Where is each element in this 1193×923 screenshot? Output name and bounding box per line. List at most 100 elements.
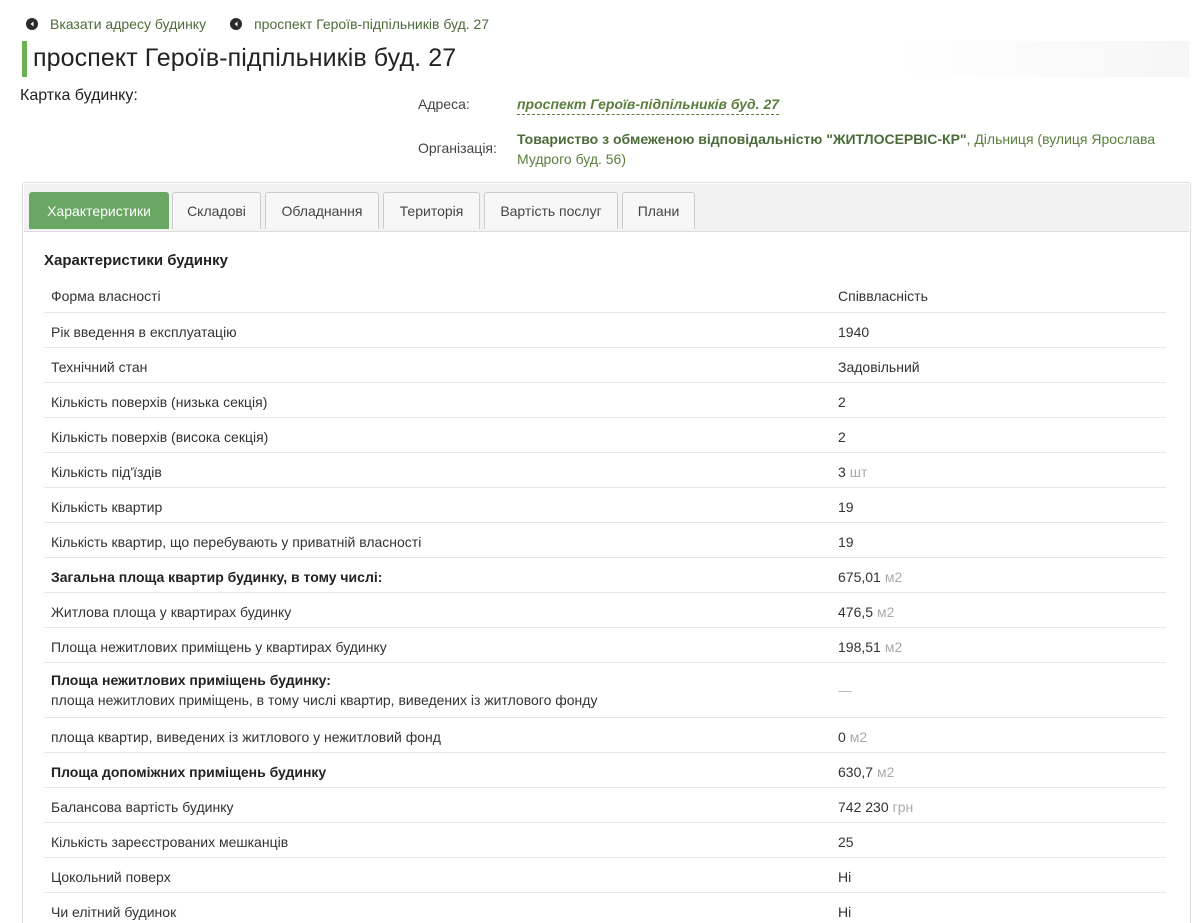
table-row: Площа допоміжних приміщень будинку 630,7… (44, 752, 1166, 787)
tabs-bar: Характеристики Складові Обладнання Терит… (24, 184, 1189, 232)
row-value-number: 675,01 (838, 569, 881, 585)
address-label: Адреса: (418, 96, 470, 112)
row-value-number: 742 230 (838, 799, 889, 815)
row-value: 0 м2 (838, 727, 867, 747)
breadcrumb-item-label: Вказати адресу будинку (50, 16, 207, 32)
row-value: 476,5 м2 (838, 602, 894, 622)
table-row: Кількість під'їздів 3 шт (44, 452, 1166, 487)
row-value: Ні (838, 902, 851, 922)
row-label: Кількість квартир (51, 499, 163, 515)
row-unit: м2 (877, 764, 895, 780)
row-label: Площа нежитлових приміщень будинку: площа… (51, 670, 597, 710)
breadcrumb-item-label: проспект Героїв-підпільників буд. 27 (254, 16, 490, 32)
row-value: 675,01 м2 (838, 567, 902, 587)
table-row: Житлова площа у квартирах будинку 476,5 м… (44, 592, 1166, 627)
row-value: 19 (838, 497, 854, 517)
breadcrumb-item-select-address[interactable]: Вказати адресу будинку (26, 16, 206, 32)
table-row: Загальна площа квартир будинку, в тому ч… (44, 557, 1166, 592)
page-title: проспект Героїв-підпільників буд. 27 (33, 44, 457, 72)
row-value-number: 1940 (838, 324, 870, 340)
row-value: Ні (838, 867, 851, 887)
row-label: Рік введення в експлуатацію (51, 324, 237, 340)
row-value: 25 (838, 832, 854, 852)
row-value-number: 3 (838, 464, 846, 480)
tab-service-cost[interactable]: Вартість послуг (484, 192, 618, 229)
table-row: Балансова вартість будинку 742 230 грн (44, 787, 1166, 822)
table-row: Технічний стан Задовільний (44, 347, 1166, 382)
row-label: Кількість квартир, що перебувають у прив… (51, 534, 422, 550)
row-label: Балансова вартість будинку (51, 799, 234, 815)
row-label: Загальна площа квартир будинку, в тому ч… (51, 569, 383, 585)
organization-label: Організація: (418, 140, 497, 156)
row-unit: шт (849, 464, 868, 480)
row-value-number: 2 (838, 394, 846, 410)
row-label: Площа допоміжних приміщень будинку (51, 764, 327, 780)
tab-components[interactable]: Складові (172, 192, 261, 229)
section-title: Характеристики будинку (44, 252, 228, 269)
table-row: Площа нежитлових приміщень у квартирах б… (44, 627, 1166, 662)
row-value: 742 230 грн (838, 797, 913, 817)
row-value: 19 (838, 532, 854, 552)
row-value-number: 0 (838, 729, 846, 745)
house-card-label: Картка будинку: (20, 87, 138, 104)
row-label-title: Площа нежитлових приміщень будинку: (51, 672, 331, 688)
table-row: площа квартир, виведених із житлового у … (44, 717, 1166, 752)
row-unit: грн (892, 799, 914, 815)
row-value: 2 (838, 427, 846, 447)
chevron-left-circle-icon (26, 18, 38, 30)
table-row: Форма власності Співвласність (44, 277, 1166, 312)
table-row: Кількість зареєстрованих мешканців 25 (44, 822, 1166, 857)
organization-link[interactable]: Товариство з обмеженою відповідальністю … (517, 131, 967, 147)
row-label: Площа нежитлових приміщень у квартирах б… (51, 639, 387, 655)
row-value: Співвласність (838, 286, 928, 306)
row-value-number: 198,51 (838, 639, 881, 655)
row-value-number: Співвласність (838, 288, 928, 304)
table-row: Кількість поверхів (висока секція) 2 (44, 417, 1166, 452)
tab-territory[interactable]: Територія (383, 192, 480, 229)
organization-info: Товариство з обмеженою відповідальністю … (517, 129, 1167, 169)
row-unit: м2 (877, 604, 895, 620)
row-value-number: Ні (838, 869, 852, 885)
row-value: 3 шт (838, 462, 867, 482)
row-value: Задовільний (838, 357, 920, 377)
tab-characteristics[interactable]: Характеристики (29, 192, 169, 229)
row-value-number: 25 (838, 834, 854, 850)
row-label: Чи елітний будинок (51, 904, 177, 920)
row-unit: м2 (884, 569, 903, 585)
row-unit: м2 (849, 729, 868, 745)
address-link[interactable]: проспект Героїв-підпільників буд. 27 (517, 96, 780, 115)
row-value-number: Задовільний (838, 359, 920, 375)
tab-plans[interactable]: Плани (622, 192, 695, 229)
row-value-number: 19 (838, 534, 854, 550)
row-value-number: 2 (838, 429, 846, 445)
row-value-number: 630,7 (838, 764, 874, 780)
row-label: Житлова площа у квартирах будинку (51, 604, 292, 620)
table-row: Кількість квартир, що перебувають у прив… (44, 522, 1166, 557)
row-label: Технічний стан (51, 359, 148, 375)
row-label: Кількість поверхів (низька секція) (51, 394, 268, 410)
tab-equipment[interactable]: Обладнання (265, 192, 379, 229)
row-value-number: 19 (838, 499, 854, 515)
row-value: 198,51 м2 (838, 637, 902, 657)
breadcrumb-item-address[interactable]: проспект Героїв-підпільників буд. 27 (230, 16, 489, 32)
row-label: Цокольний поверх (51, 869, 171, 885)
row-value-number: — (838, 682, 852, 698)
row-label-subtitle: площа нежитлових приміщень, в тому числі… (51, 692, 598, 708)
table-row: Площа нежитлових приміщень будинку: площа… (44, 662, 1166, 717)
chevron-left-circle-icon (230, 18, 243, 30)
table-row: Кількість квартир 19 (44, 487, 1166, 522)
row-label: площа квартир, виведених із житлового у … (51, 729, 441, 745)
row-value: — (838, 680, 852, 700)
row-value: 2 (838, 392, 846, 412)
row-label: Кількість під'їздів (51, 464, 162, 480)
row-value-number: 476,5 (838, 604, 874, 620)
table-row: Кількість поверхів (низька секція) 2 (44, 382, 1166, 417)
row-unit: м2 (884, 639, 903, 655)
table-row: Цокольний поверх Ні (44, 857, 1166, 892)
row-value-number: Ні (838, 904, 852, 920)
breadcrumb: Вказати адресу будинку проспект Героїв-п… (26, 16, 513, 32)
table-row: Чи елітний будинок Ні (44, 892, 1166, 923)
table-row: Рік введення в експлуатацію 1940 (44, 312, 1166, 347)
page-title-bar: проспект Героїв-підпільників буд. 27 (22, 41, 1189, 77)
row-label: Форма власності (51, 288, 161, 304)
